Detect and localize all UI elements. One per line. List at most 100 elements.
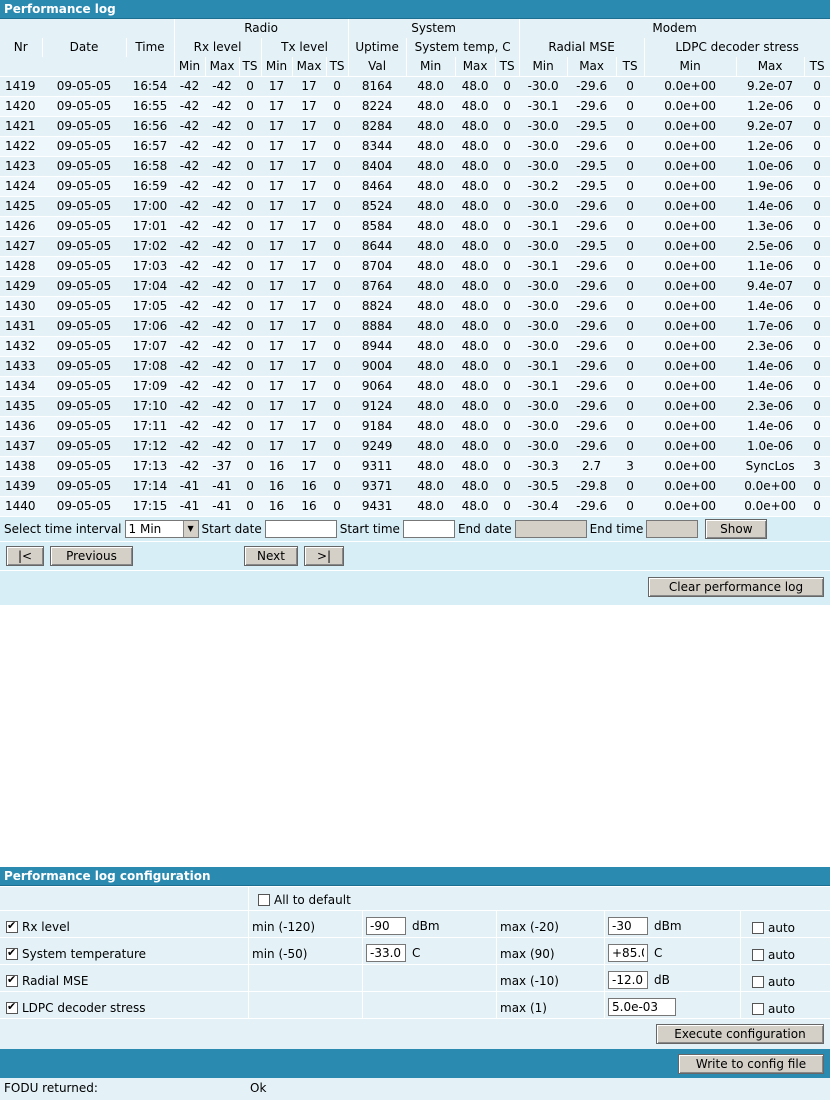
config-enable-checkbox[interactable]: [6, 975, 18, 987]
show-button[interactable]: Show: [705, 519, 768, 539]
table-cell: 0: [616, 76, 645, 97]
config-enable-checkbox[interactable]: [6, 921, 18, 933]
auto-control[interactable]: auto: [752, 975, 795, 989]
table-cell: 48.0: [406, 436, 456, 457]
table-cell: 48.0: [406, 376, 456, 397]
time-interval-select[interactable]: 1 Min ▼: [124, 520, 199, 538]
previous-page-button[interactable]: Previous: [50, 546, 133, 566]
table-cell: 09-05-05: [42, 256, 126, 277]
start-date-input[interactable]: [264, 520, 337, 538]
start-time-input[interactable]: [402, 520, 455, 538]
auto-checkbox[interactable]: [752, 976, 764, 988]
table-cell: 0: [239, 196, 262, 217]
clear-performance-log-button[interactable]: Clear performance log: [648, 577, 824, 597]
config-enable-control[interactable]: LDPC decoder stress: [6, 1001, 146, 1015]
auto-control[interactable]: auto: [752, 1002, 795, 1016]
table-cell: -30.0: [519, 116, 568, 137]
table-cell: 0: [804, 316, 830, 337]
table-cell: 0: [326, 296, 349, 317]
max-threshold-input[interactable]: [608, 971, 648, 989]
config-enable-checkbox[interactable]: [6, 1002, 18, 1014]
table-cell: 9124: [348, 396, 407, 417]
config-enable-control[interactable]: System temperature: [6, 947, 146, 961]
auto-control[interactable]: auto: [752, 921, 795, 935]
table-cell: 8164: [348, 76, 407, 97]
table-cell: 1433: [0, 356, 42, 377]
header-radial-mse: Radial MSE: [519, 38, 645, 57]
table-cell: 0: [326, 116, 349, 137]
header-tx-level: Tx level: [261, 38, 349, 57]
next-page-button[interactable]: Next: [244, 546, 298, 566]
table-cell: 0: [495, 216, 520, 237]
table-cell: 0: [616, 376, 645, 397]
performance-log-panel: Performance log Radio System Modem Nr Da…: [0, 0, 830, 605]
table-cell: 0.0e+00: [644, 276, 737, 297]
table-cell: 0: [239, 236, 262, 257]
table-cell: 17:07: [126, 336, 175, 357]
table-cell: -42: [205, 156, 240, 177]
table-cell: 1420: [0, 96, 42, 117]
table-cell: 0: [326, 136, 349, 157]
table-cell: 09-05-05: [42, 156, 126, 177]
first-page-button[interactable]: |<: [6, 546, 44, 566]
min-threshold-input[interactable]: [366, 917, 406, 935]
table-cell: 0: [804, 476, 830, 497]
table-cell: 09-05-05: [42, 96, 126, 117]
subheader-cell: Min: [519, 57, 568, 77]
table-cell: -30.0: [519, 196, 568, 217]
table-cell: 0: [804, 356, 830, 377]
config-enable-checkbox[interactable]: [6, 948, 18, 960]
end-date-input[interactable]: [514, 520, 587, 538]
table-cell: 0: [495, 96, 520, 117]
table-cell: 1430: [0, 296, 42, 317]
table-cell: 0: [804, 76, 830, 97]
header-blank: [0, 19, 175, 38]
table-cell: 1422: [0, 136, 42, 157]
table-cell: 16:57: [126, 136, 175, 157]
table-cell: 17: [261, 276, 293, 297]
table-cell: 0: [495, 316, 520, 337]
performance-log-title: Performance log: [0, 0, 830, 19]
table-cell: 0: [495, 356, 520, 377]
last-page-button[interactable]: >|: [304, 546, 344, 566]
log-filter-controls: Select time interval 1 Min ▼ Start date …: [0, 516, 830, 541]
start-time-label: Start time: [339, 522, 400, 536]
table-cell: 0: [616, 316, 645, 337]
min-threshold-input[interactable]: [366, 944, 406, 962]
auto-checkbox[interactable]: [752, 1003, 764, 1015]
pagination: |< Previous Next >|: [0, 541, 830, 570]
min-unit-label: dBm: [412, 919, 440, 933]
config-enable-control[interactable]: Rx level: [6, 920, 70, 934]
auto-checkbox[interactable]: [752, 949, 764, 961]
max-threshold-input[interactable]: [608, 998, 676, 1016]
table-row: 1439 09-05-05 17:14 -41 -41 0 16 16 0 9371 48.0 48.…: [0, 476, 830, 497]
max-threshold-input[interactable]: [608, 917, 648, 935]
config-enable-control[interactable]: Radial MSE: [6, 974, 88, 988]
table-cell: -41: [174, 496, 206, 516]
table-cell: -29.6: [567, 276, 617, 297]
table-cell: -42: [174, 376, 206, 397]
table-cell: 09-05-05: [42, 176, 126, 197]
all-default-control[interactable]: All to default: [258, 893, 351, 907]
table-cell: 0: [616, 196, 645, 217]
table-cell: 0: [804, 296, 830, 317]
write-config-file-button[interactable]: Write to config file: [678, 1054, 824, 1074]
table-cell: 17: [292, 316, 327, 337]
table-cell: -30.5: [519, 476, 568, 497]
all-default-checkbox[interactable]: [258, 894, 270, 906]
table-cell: 1424: [0, 176, 42, 197]
table-cell: -42: [174, 196, 206, 217]
table-cell: -29.6: [567, 316, 617, 337]
table-cell: 17: [292, 416, 327, 437]
chevron-down-icon[interactable]: ▼: [182, 521, 198, 537]
table-cell: 09-05-05: [42, 476, 126, 497]
max-threshold-input[interactable]: [608, 944, 648, 962]
auto-checkbox[interactable]: [752, 922, 764, 934]
table-cell: 0: [616, 296, 645, 317]
table-cell: 17: [261, 216, 293, 237]
execute-configuration-button[interactable]: Execute configuration: [656, 1024, 824, 1044]
auto-control[interactable]: auto: [752, 948, 795, 962]
table-cell: 48.0: [455, 456, 496, 477]
table-cell: 48.0: [455, 416, 496, 437]
end-time-input[interactable]: [646, 520, 699, 538]
